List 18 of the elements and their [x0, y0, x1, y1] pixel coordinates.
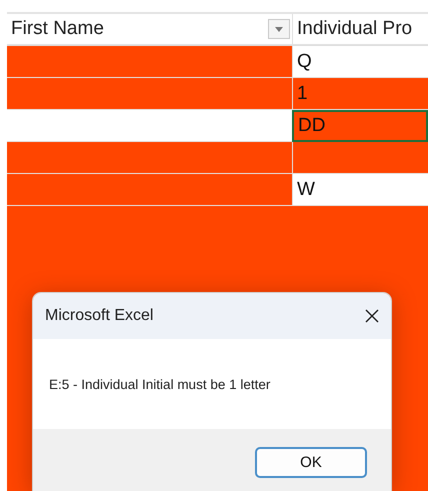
dialog-title: Microsoft Excel [45, 307, 154, 325]
table-cell[interactable]: DD [292, 110, 428, 142]
table-cell[interactable] [7, 174, 292, 206]
close-button[interactable] [363, 307, 381, 325]
table-cell[interactable]: 1 [292, 78, 428, 110]
table-cell[interactable] [7, 142, 292, 174]
close-icon [365, 309, 379, 323]
table-cell[interactable] [7, 46, 292, 78]
ok-button[interactable]: OK [255, 447, 367, 478]
dialog-message: E:5 - Individual Initial must be 1 letter [49, 376, 270, 392]
table-cell[interactable]: W [292, 174, 428, 206]
table-cell[interactable] [7, 78, 292, 110]
table-cell[interactable] [292, 142, 428, 174]
column-header: Individual Pro [297, 18, 412, 40]
filter-dropdown-button[interactable] [268, 19, 290, 39]
column-header: First Name [11, 18, 104, 40]
caret-icon [275, 26, 283, 32]
table-cell[interactable]: Q [292, 46, 428, 78]
